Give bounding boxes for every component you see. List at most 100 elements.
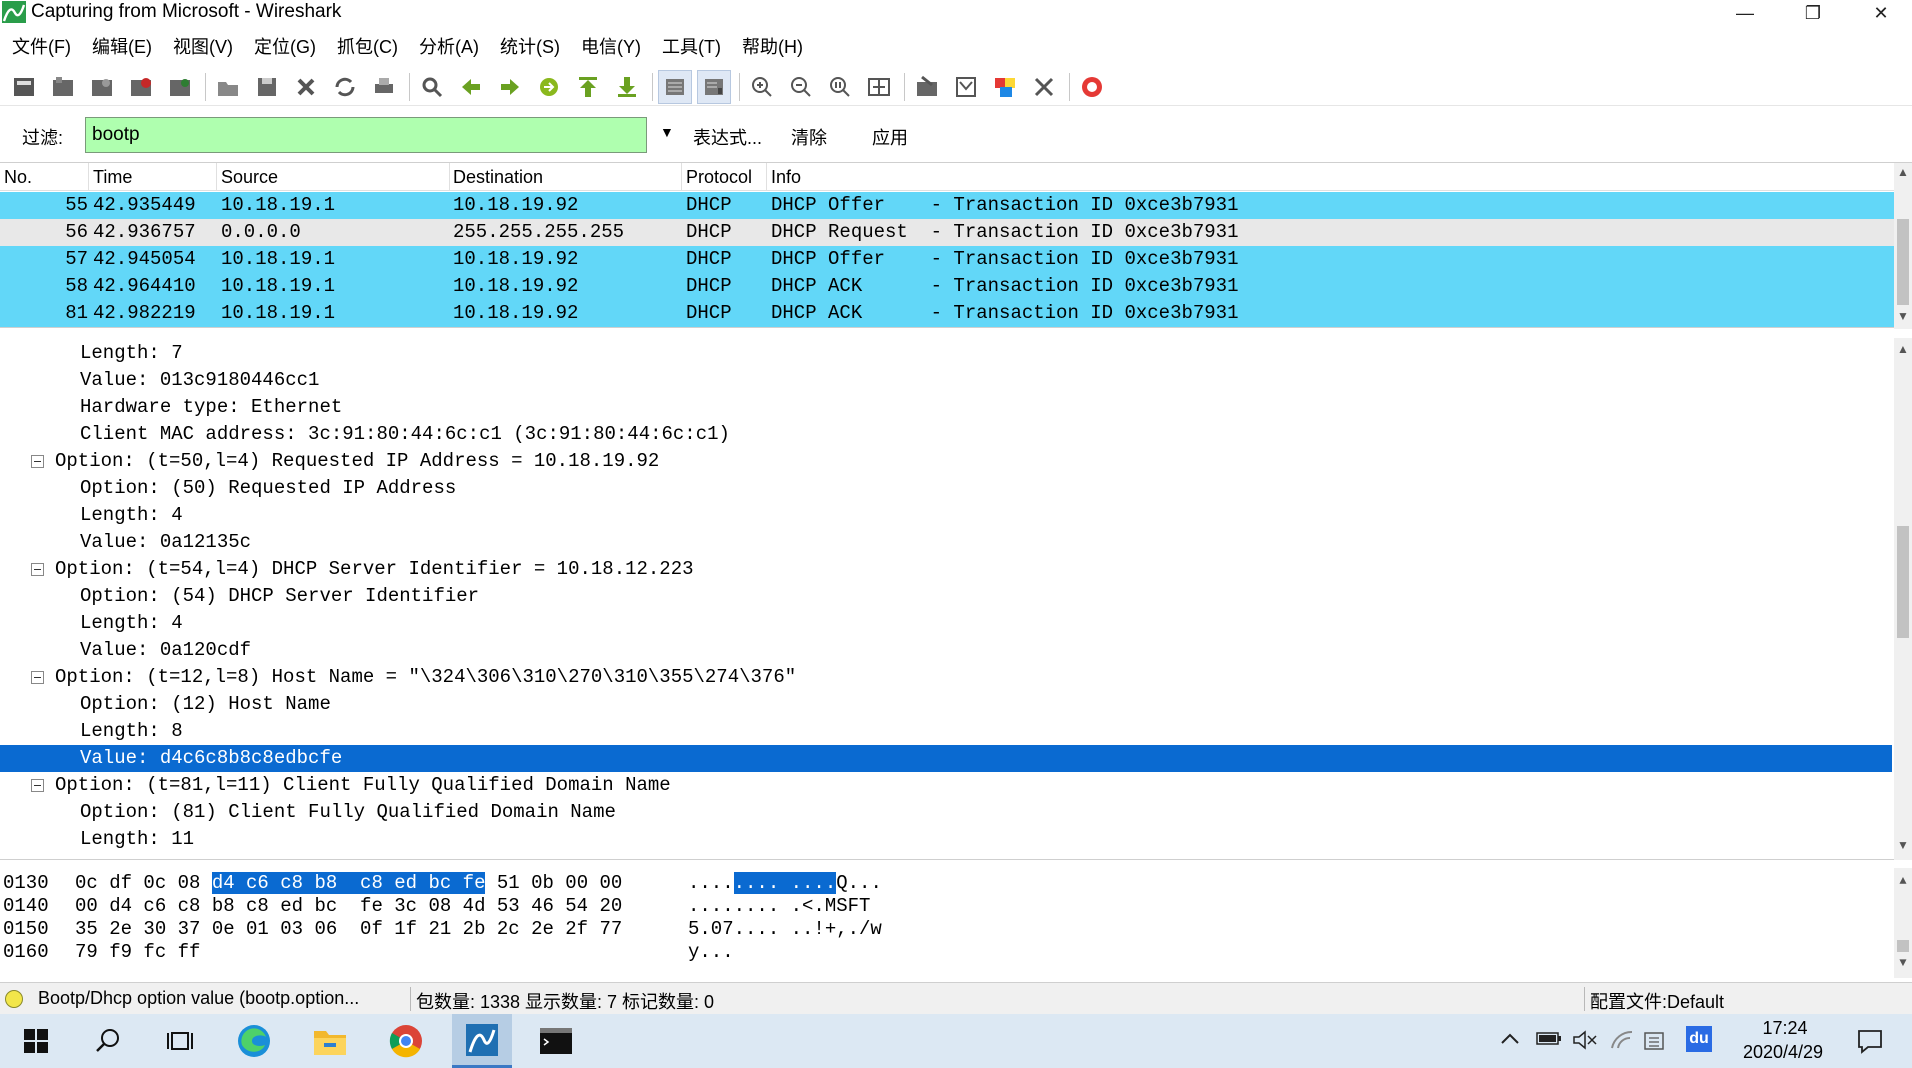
column-divider[interactable] — [88, 163, 89, 191]
menu-analyze[interactable]: 分析(A) — [419, 33, 479, 59]
normal-size-icon[interactable] — [824, 71, 856, 103]
go-back-icon[interactable] — [455, 71, 487, 103]
detail-line[interactable]: Option: (50) Requested IP Address — [0, 475, 1892, 502]
detail-line[interactable]: Length: 7 — [0, 340, 1892, 367]
column-divider[interactable] — [681, 163, 682, 191]
interfaces-icon[interactable] — [8, 71, 40, 103]
search-icon[interactable] — [90, 1023, 126, 1059]
collapse-toggle-icon[interactable] — [31, 455, 44, 468]
detail-line-selected[interactable]: Value: d4c6c8b8c8edbcfe — [0, 745, 1892, 772]
expert-info-indicator[interactable] — [5, 990, 23, 1008]
column-header-no[interactable]: No. — [4, 167, 32, 191]
filter-dropdown-button[interactable]: ▼ — [660, 124, 674, 140]
detail-line[interactable]: Hardware type: Ethernet — [0, 394, 1892, 421]
reload-icon[interactable] — [329, 71, 361, 103]
clear-filter-button[interactable]: 清除 — [791, 124, 827, 150]
display-filter-input[interactable]: bootp — [85, 117, 647, 153]
minimize-button[interactable]: — — [1722, 0, 1768, 26]
go-forward-icon[interactable] — [494, 71, 526, 103]
open-file-icon[interactable] — [212, 71, 244, 103]
maximize-button[interactable]: ❐ — [1790, 0, 1836, 26]
coloring-rules-icon[interactable] — [989, 71, 1021, 103]
menu-telephony[interactable]: 电信(Y) — [581, 33, 641, 59]
detail-line[interactable]: Value: 013c9180446cc1 — [0, 367, 1892, 394]
collapse-toggle-icon[interactable] — [31, 671, 44, 684]
expression-button[interactable]: 表达式... — [693, 124, 762, 150]
column-header-destination[interactable]: Destination — [453, 167, 543, 191]
detail-line[interactable]: Option: (t=12,l=8) Host Name = "\324\306… — [0, 664, 1892, 691]
stop-capture-icon[interactable] — [125, 71, 157, 103]
capture-filters-icon[interactable] — [911, 71, 943, 103]
column-divider[interactable] — [216, 163, 217, 191]
scrollbar-thumb[interactable] — [1897, 526, 1909, 638]
column-header-time[interactable]: Time — [93, 167, 132, 191]
column-divider[interactable] — [449, 163, 450, 191]
packet-row[interactable]: 56 42.936757 0.0.0.0 255.255.255.255 DHCP DHC… — [0, 219, 1894, 246]
notification-icon[interactable] — [1856, 1028, 1884, 1059]
go-to-packet-icon[interactable] — [533, 71, 565, 103]
display-filters-icon[interactable] — [950, 71, 982, 103]
clock-time[interactable]: 17:24 — [1740, 1018, 1830, 1039]
menu-go[interactable]: 定位(G) — [254, 33, 316, 59]
options-icon[interactable] — [47, 71, 79, 103]
auto-scroll-icon[interactable] — [697, 69, 731, 104]
edge-browser-icon[interactable] — [236, 1023, 272, 1059]
collapse-toggle-icon[interactable] — [31, 779, 44, 792]
scroll-down-icon[interactable]: ▼ — [1894, 956, 1912, 970]
packet-row[interactable]: 58 42.964410 10.18.19.1 10.18.19.92 DHCP DHCP… — [0, 273, 1894, 300]
start-capture-icon[interactable] — [86, 71, 118, 103]
collapse-toggle-icon[interactable] — [31, 563, 44, 576]
apply-filter-button[interactable]: 应用 — [872, 124, 908, 150]
go-first-icon[interactable] — [572, 71, 604, 103]
scroll-up-icon[interactable]: ▲ — [1894, 165, 1912, 179]
status-profile[interactable]: 配置文件:Default — [1590, 988, 1724, 1014]
show-hidden-icons-icon[interactable] — [1500, 1030, 1520, 1051]
packet-row[interactable]: 55 42.935449 10.18.19.1 10.18.19.92 DHCP DHCP… — [0, 192, 1894, 219]
detail-line[interactable]: Option: (t=81,l=11) Client Fully Qualifi… — [0, 772, 1892, 799]
details-scrollbar[interactable]: ▲ ▼ — [1894, 338, 1912, 860]
column-divider[interactable] — [766, 163, 767, 191]
clock-date[interactable]: 2020/4/29 — [1728, 1042, 1838, 1063]
bytes-scrollbar[interactable]: ▲ ▼ — [1894, 868, 1912, 978]
scroll-down-icon[interactable]: ▼ — [1894, 838, 1912, 852]
scrollbar-thumb[interactable] — [1897, 940, 1909, 952]
menu-capture[interactable]: 抓包(C) — [337, 33, 398, 59]
go-last-icon[interactable] — [611, 71, 643, 103]
close-button[interactable]: ✕ — [1858, 0, 1904, 26]
menu-view[interactable]: 视图(V) — [173, 33, 233, 59]
detail-line[interactable]: Length: 11 — [0, 826, 1892, 853]
save-file-icon[interactable] — [251, 71, 283, 103]
start-icon[interactable] — [18, 1023, 54, 1059]
column-header-info[interactable]: Info — [771, 167, 801, 191]
detail-line[interactable]: Length: 4 — [0, 610, 1892, 637]
menu-help[interactable]: 帮助(H) — [742, 33, 803, 59]
menu-statistics[interactable]: 统计(S) — [500, 33, 560, 59]
zoom-out-icon[interactable] — [785, 71, 817, 103]
menu-tools[interactable]: 工具(T) — [662, 33, 721, 59]
detail-line[interactable]: Length: 8 — [0, 718, 1892, 745]
battery-icon[interactable] — [1536, 1030, 1562, 1051]
find-packet-icon[interactable] — [416, 71, 448, 103]
column-header-source[interactable]: Source — [221, 167, 278, 191]
detail-line[interactable]: Length: 4 — [0, 502, 1892, 529]
resize-columns-icon[interactable] — [863, 71, 895, 103]
zoom-in-icon[interactable] — [746, 71, 778, 103]
menu-file[interactable]: 文件(F) — [12, 33, 71, 59]
scroll-up-icon[interactable]: ▲ — [1894, 874, 1912, 888]
terminal-icon[interactable] — [538, 1023, 574, 1059]
packet-list-scrollbar[interactable]: ▲ ▼ — [1894, 163, 1912, 329]
wireshark-taskbar-icon[interactable] — [452, 1014, 512, 1068]
scroll-up-icon[interactable]: ▲ — [1894, 342, 1912, 356]
packet-row[interactable]: 81 42.982219 10.18.19.1 10.18.19.92 DHCP DHCP… — [0, 300, 1894, 327]
input-method-icon[interactable] — [1642, 1030, 1666, 1057]
file-explorer-icon[interactable] — [312, 1023, 348, 1059]
column-header-protocol[interactable]: Protocol — [686, 167, 752, 191]
colorize-icon[interactable] — [658, 69, 692, 104]
menu-edit[interactable]: 编辑(E) — [92, 33, 152, 59]
detail-line[interactable]: Value: 0a120cdf — [0, 637, 1892, 664]
detail-line[interactable]: Option: (81) Client Fully Qualified Doma… — [0, 799, 1892, 826]
scroll-down-icon[interactable]: ▼ — [1894, 309, 1912, 323]
detail-line[interactable]: Value: 0a12135c — [0, 529, 1892, 556]
restart-capture-icon[interactable] — [164, 71, 196, 103]
help-icon[interactable] — [1076, 71, 1108, 103]
